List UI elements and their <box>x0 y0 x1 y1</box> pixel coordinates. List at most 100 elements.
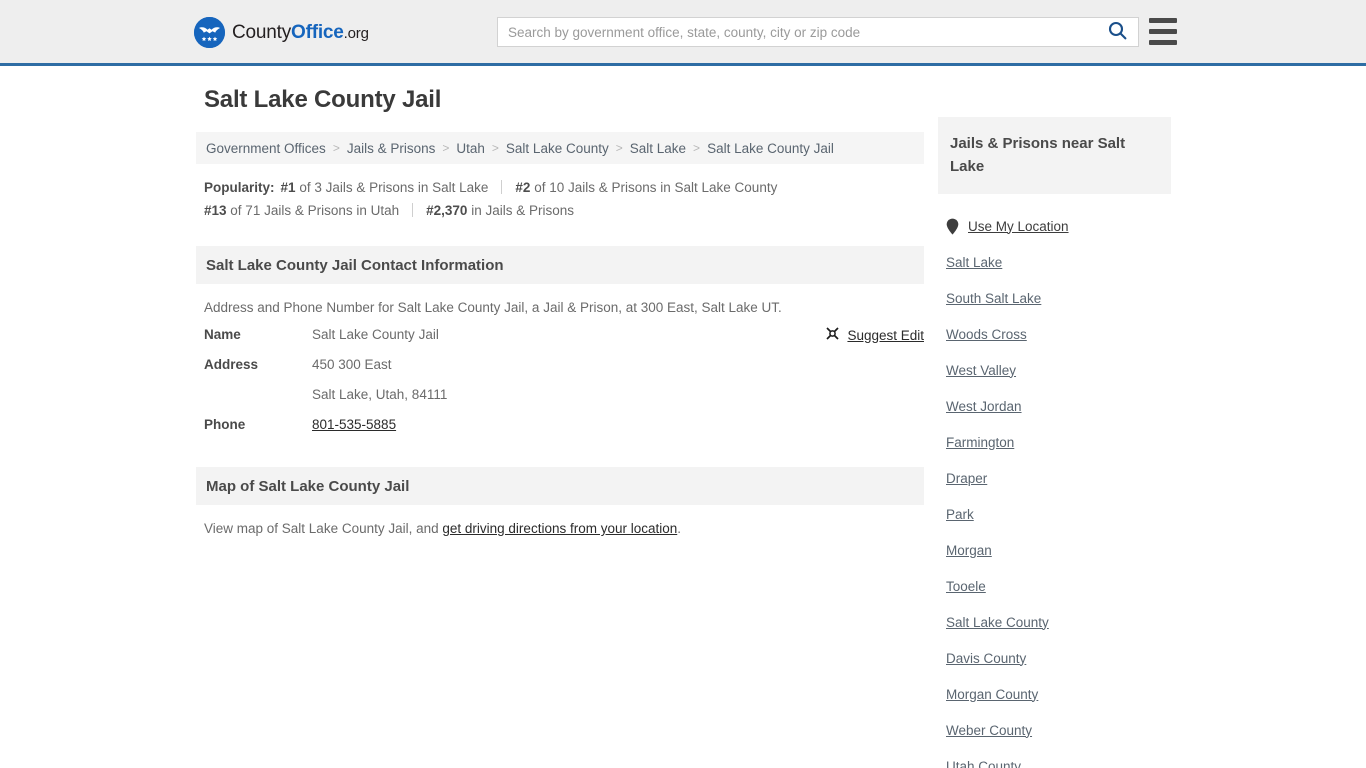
site-header: CountyOffice.org <box>0 0 1366 66</box>
popularity-item-1: #1 of 3 Jails & Prisons in Salt Lake <box>281 180 489 195</box>
sidebar-item-south-salt-lake[interactable]: South Salt Lake <box>946 280 1171 316</box>
sidebar-links: Use My Location Salt Lake South Salt Lak… <box>938 194 1171 768</box>
map-heading: Map of Salt Lake County Jail <box>196 467 924 505</box>
sidebar-item-utah-county[interactable]: Utah County <box>946 748 1171 768</box>
main-content: Salt Lake County Jail Government Offices… <box>196 86 924 542</box>
hamburger-menu-icon[interactable] <box>1149 18 1177 45</box>
site-logo-text: CountyOffice.org <box>232 23 369 42</box>
breadcrumb-separator: > <box>442 141 450 155</box>
popularity-text-3: of 71 Jails & Prisons in Utah <box>230 203 400 218</box>
breadcrumb-item-jails-prisons[interactable]: Jails & Prisons <box>347 141 436 156</box>
sidebar-item-weber-county[interactable]: Weber County <box>946 712 1171 748</box>
suggest-edit-link[interactable]: Suggest Edit <box>825 326 924 344</box>
sidebar-link-west-jordan[interactable]: West Jordan <box>946 399 1022 414</box>
sidebar-item-park[interactable]: Park <box>946 496 1171 532</box>
map-text-before: View map of Salt Lake County Jail, and <box>204 521 443 536</box>
sidebar-link-west-valley[interactable]: West Valley <box>946 363 1016 378</box>
sidebar-item-davis-county[interactable]: Davis County <box>946 640 1171 676</box>
use-my-location-link[interactable]: Use My Location <box>968 219 1069 234</box>
sidebar-link-utah-county[interactable]: Utah County <box>946 759 1021 768</box>
sidebar-heading: Jails & Prisons near Salt Lake <box>938 117 1171 194</box>
row-key-address: Address <box>204 357 259 372</box>
breadcrumb-item-salt-lake-county[interactable]: Salt Lake County <box>506 141 609 156</box>
sidebar-item-tooele[interactable]: Tooele <box>946 568 1171 604</box>
sidebar-item-west-valley[interactable]: West Valley <box>946 352 1171 388</box>
search-icon <box>1108 21 1127 43</box>
sidebar-link-south-salt-lake[interactable]: South Salt Lake <box>946 291 1041 306</box>
breadcrumb-item-utah[interactable]: Utah <box>456 141 485 156</box>
brand-text-county: County <box>232 22 292 43</box>
sidebar-item-use-my-location[interactable]: Use My Location <box>946 208 1171 244</box>
sidebar-item-west-jordan[interactable]: West Jordan <box>946 388 1171 424</box>
popularity-text-4: in Jails & Prisons <box>471 203 574 218</box>
breadcrumb-separator: > <box>491 141 499 155</box>
breadcrumb-item-salt-lake[interactable]: Salt Lake <box>630 141 686 156</box>
row-value-address-line1: 450 300 East <box>312 357 392 372</box>
popularity-section: Popularity: #1 of 3 Jails & Prisons in Sa… <box>196 164 924 226</box>
sidebar-item-farmington[interactable]: Farmington <box>946 424 1171 460</box>
sidebar-item-woods-cross[interactable]: Woods Cross <box>946 316 1171 352</box>
breadcrumb: Government Offices > Jails & Prisons > U… <box>196 132 924 164</box>
table-row: Name Salt Lake County Jail <box>204 327 924 357</box>
map-pin-icon <box>946 218 959 235</box>
popularity-item-2: #2 of 10 Jails & Prisons in Salt Lake Co… <box>515 180 777 195</box>
map-description: View map of Salt Lake County Jail, and g… <box>196 505 924 542</box>
sidebar: Jails & Prisons near Salt Lake Use My Lo… <box>938 117 1171 768</box>
table-row: Address 450 300 East <box>204 357 924 387</box>
search-button[interactable] <box>1096 18 1138 46</box>
map-text-after: . <box>677 521 682 536</box>
sidebar-link-tooele[interactable]: Tooele <box>946 579 986 594</box>
sidebar-link-salt-lake-county[interactable]: Salt Lake County <box>946 615 1049 630</box>
driving-directions-link[interactable]: get driving directions from your locatio… <box>442 521 677 536</box>
popularity-rank-3: #13 <box>204 203 227 218</box>
menu-bar-2 <box>1149 29 1177 34</box>
sidebar-link-morgan[interactable]: Morgan <box>946 543 992 558</box>
contact-information-heading: Salt Lake County Jail Contact Informatio… <box>196 246 924 284</box>
table-row: Salt Lake, Utah, 84111 <box>204 387 924 417</box>
breadcrumb-separator: > <box>332 141 340 155</box>
sidebar-item-draper[interactable]: Draper <box>946 460 1171 496</box>
popularity-text-1: of 3 Jails & Prisons in Salt Lake <box>299 180 489 195</box>
popularity-divider <box>412 203 414 217</box>
sidebar-link-davis-county[interactable]: Davis County <box>946 651 1026 666</box>
sidebar-link-park[interactable]: Park <box>946 507 974 522</box>
sidebar-link-morgan-county[interactable]: Morgan County <box>946 687 1038 702</box>
popularity-rank-4: #2,370 <box>426 203 468 218</box>
search-bar[interactable] <box>497 17 1139 47</box>
search-input[interactable] <box>498 18 1096 46</box>
phone-link[interactable]: 801-535-5885 <box>312 417 396 432</box>
breadcrumb-item-government-offices[interactable]: Government Offices <box>206 141 326 156</box>
eagle-seal-icon <box>194 17 225 48</box>
site-logo[interactable]: CountyOffice.org <box>194 17 369 48</box>
popularity-rank-1: #1 <box>280 180 296 195</box>
map-heading-text: Map of Salt Lake County Jail <box>206 477 410 495</box>
popularity-text-2: of 10 Jails & Prisons in Salt Lake Count… <box>534 180 778 195</box>
popularity-rank-2: #2 <box>515 180 531 195</box>
suggest-edit-label: Suggest Edit <box>847 327 924 343</box>
row-key-phone: Phone <box>204 417 246 432</box>
contact-heading-text: Salt Lake County Jail Contact Informatio… <box>206 256 504 274</box>
sidebar-link-woods-cross[interactable]: Woods Cross <box>946 327 1027 342</box>
sidebar-item-morgan-county[interactable]: Morgan County <box>946 676 1171 712</box>
sidebar-item-salt-lake-county[interactable]: Salt Lake County <box>946 604 1171 640</box>
contact-details-table: Suggest Edit Name Salt Lake County Jail … <box>196 321 924 447</box>
row-value-address-line2: Salt Lake, Utah, 84111 <box>312 387 448 402</box>
sidebar-item-salt-lake[interactable]: Salt Lake <box>946 244 1171 280</box>
row-value-name: Salt Lake County Jail <box>312 327 439 342</box>
menu-bar-3 <box>1149 40 1177 45</box>
sidebar-link-weber-county[interactable]: Weber County <box>946 723 1032 738</box>
contact-description: Address and Phone Number for Salt Lake C… <box>204 300 782 315</box>
menu-bar-1 <box>1149 18 1177 23</box>
brand-text-org: .org <box>343 25 369 42</box>
sidebar-link-draper[interactable]: Draper <box>946 471 987 486</box>
row-value-phone: 801-535-5885 <box>312 417 396 432</box>
row-key-name: Name <box>204 327 241 342</box>
breadcrumb-item-current: Salt Lake County Jail <box>707 140 834 156</box>
popularity-item-3: #13 of 71 Jails & Prisons in Utah <box>204 203 399 218</box>
edit-pencil-icon <box>825 326 840 344</box>
sidebar-link-salt-lake[interactable]: Salt Lake <box>946 255 1002 270</box>
sidebar-link-farmington[interactable]: Farmington <box>946 435 1014 450</box>
sidebar-item-morgan[interactable]: Morgan <box>946 532 1171 568</box>
brand-text-office: Office <box>291 22 344 43</box>
popularity-item-4: #2,370 in Jails & Prisons <box>426 203 574 218</box>
